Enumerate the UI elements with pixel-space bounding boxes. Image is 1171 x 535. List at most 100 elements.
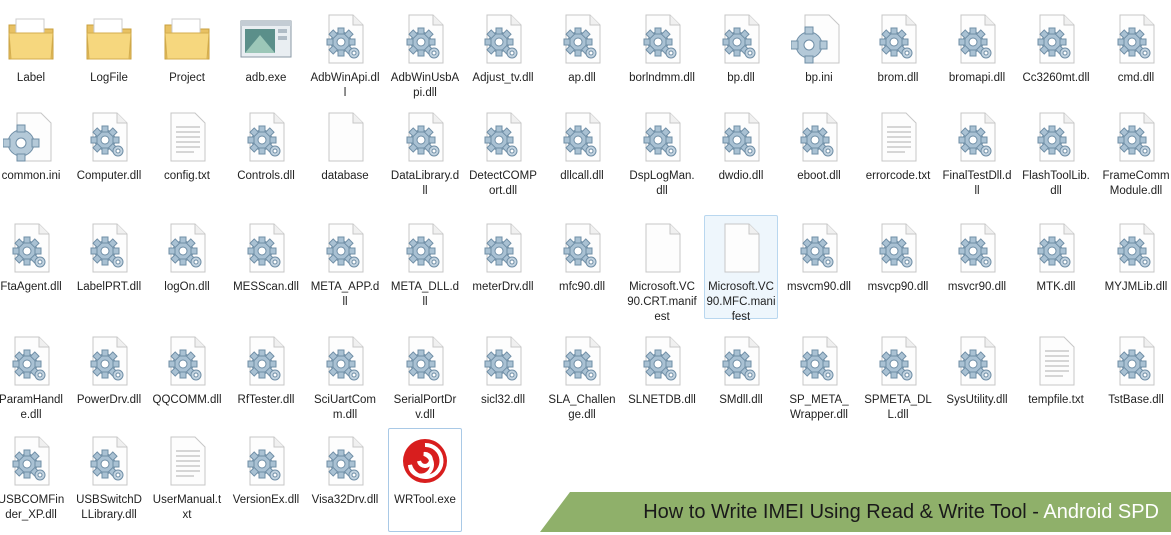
file-item[interactable]: mfc90.dll [545, 215, 619, 319]
file-item[interactable]: FtaAgent.dll [0, 215, 68, 319]
file-item[interactable]: eboot.dll [782, 104, 856, 208]
file-name-label: Microsoft.VC90.CRT.manifest [627, 281, 697, 323]
file-item[interactable]: SP_META_Wrapper.dll [782, 328, 856, 432]
file-item[interactable]: errorcode.txt [861, 104, 935, 208]
file-item[interactable]: bromapi.dll [940, 6, 1014, 110]
file-name-label: MESScan.dll [233, 281, 299, 293]
file-item[interactable]: MYJMLib.dll [1099, 215, 1171, 319]
file-item[interactable]: Controls.dll [229, 104, 303, 208]
file-item[interactable]: META_APP.dll [308, 215, 382, 319]
wrtool-swirl-icon [397, 433, 453, 489]
file-item[interactable]: meterDrv.dll [466, 215, 540, 319]
file-name-label: logOn.dll [164, 281, 210, 293]
file-item[interactable]: USBCOMFinder_XP.dll [0, 428, 68, 532]
file-item[interactable]: USBSwitchDLLibrary.dll [72, 428, 146, 532]
file-name-label: SMdll.dll [719, 394, 763, 406]
file-item[interactable]: SerialPortDrv.dll [388, 328, 462, 432]
file-item[interactable]: sicl32.dll [466, 328, 540, 432]
file-item[interactable]: Cc3260mt.dll [1019, 6, 1093, 110]
file-name-label: common.ini [1, 170, 61, 182]
file-item[interactable]: dwdio.dll [704, 104, 778, 208]
file-name-label: bp.dll [727, 72, 755, 84]
file-item[interactable]: Computer.dll [72, 104, 146, 208]
file-item[interactable]: SysUtility.dll [940, 328, 1014, 432]
file-item[interactable]: DataLibrary.dll [388, 104, 462, 208]
file-item[interactable]: SLA_Challenge.dll [545, 328, 619, 432]
file-item[interactable]: bp.ini [782, 6, 856, 110]
dll-gear-icon [634, 109, 690, 165]
file-name-label: SLA_Challenge.dll [548, 394, 616, 421]
file-item[interactable]: cmd.dll [1099, 6, 1171, 110]
file-item[interactable]: WRTool.exe [388, 428, 462, 532]
file-item[interactable]: MTK.dll [1019, 215, 1093, 319]
file-name-label: msvcm90.dll [787, 281, 851, 293]
file-item[interactable]: dllcall.dll [545, 104, 619, 208]
dll-gear-icon [1108, 109, 1164, 165]
dll-gear-icon [397, 220, 453, 276]
file-item[interactable]: FrameCommModule.dll [1099, 104, 1171, 208]
file-item[interactable]: database [308, 104, 382, 208]
file-item[interactable]: QQCOMM.dll [150, 328, 224, 432]
file-item[interactable]: SciUartComm.dll [308, 328, 382, 432]
text-file-icon [159, 433, 215, 489]
dll-gear-icon [397, 333, 453, 389]
file-item[interactable]: ParamHandle.dll [0, 328, 68, 432]
file-item[interactable]: LogFile [72, 6, 146, 110]
dll-gear-icon [317, 333, 373, 389]
file-item[interactable]: msvcm90.dll [782, 215, 856, 319]
file-item[interactable]: brom.dll [861, 6, 935, 110]
dll-gear-icon [3, 433, 59, 489]
file-item[interactable]: FinalTestDll.dll [940, 104, 1014, 208]
file-item[interactable]: DspLogMan.dll [625, 104, 699, 208]
file-item[interactable]: SMdll.dll [704, 328, 778, 432]
file-item[interactable]: adb.exe [229, 6, 303, 110]
file-item[interactable]: Microsoft.VC90.MFC.manifest [704, 215, 778, 323]
dll-gear-icon [475, 11, 531, 67]
file-name-label: USBCOMFinder_XP.dll [0, 494, 65, 521]
dll-gear-icon [554, 109, 610, 165]
file-item[interactable]: borlndmm.dll [625, 6, 699, 110]
dll-gear-icon [1028, 109, 1084, 165]
file-name-label: WRTool.exe [394, 494, 456, 506]
file-item[interactable]: LabelPRT.dll [72, 215, 146, 319]
file-item[interactable]: TstBase.dll [1099, 328, 1171, 432]
file-item[interactable]: ap.dll [545, 6, 619, 110]
dll-gear-icon [791, 109, 847, 165]
file-item[interactable]: msvcp90.dll [861, 215, 935, 319]
blank-file-icon [713, 220, 769, 276]
file-name-label: dllcall.dll [560, 170, 604, 182]
file-item[interactable]: bp.dll [704, 6, 778, 110]
file-item[interactable]: AdbWinApi.dll [308, 6, 382, 110]
file-item[interactable]: Label [0, 6, 68, 110]
file-item[interactable]: Microsoft.VC90.CRT.manifest [625, 215, 699, 323]
file-item[interactable]: Adjust_tv.dll [466, 6, 540, 110]
folder-icon [3, 11, 59, 67]
file-item[interactable]: RfTester.dll [229, 328, 303, 432]
dll-gear-icon [791, 333, 847, 389]
file-item[interactable]: msvcr90.dll [940, 215, 1014, 319]
file-item[interactable]: common.ini [0, 104, 68, 208]
dll-gear-icon [317, 220, 373, 276]
file-item[interactable]: Visa32Drv.dll [308, 428, 382, 532]
file-item[interactable]: PowerDrv.dll [72, 328, 146, 432]
file-item[interactable]: Project [150, 6, 224, 110]
file-item[interactable]: logOn.dll [150, 215, 224, 319]
file-item[interactable]: VersionEx.dll [229, 428, 303, 532]
file-item[interactable]: tempfile.txt [1019, 328, 1093, 432]
file-item[interactable]: SPMETA_DLL.dll [861, 328, 935, 432]
file-name-label: FrameCommModule.dll [1102, 170, 1170, 197]
dll-gear-icon [870, 11, 926, 67]
file-item[interactable]: MESScan.dll [229, 215, 303, 319]
dll-gear-icon [397, 109, 453, 165]
dll-gear-icon [634, 333, 690, 389]
file-item[interactable]: DetectCOMPort.dll [466, 104, 540, 208]
file-item[interactable]: UserManual.txt [150, 428, 224, 532]
banner-title: How to Write IMEI Using Read & Write Too… [643, 500, 1159, 524]
dll-gear-icon [949, 11, 1005, 67]
file-item[interactable]: AdbWinUsbApi.dll [388, 6, 462, 110]
file-item[interactable]: config.txt [150, 104, 224, 208]
file-item[interactable]: SLNETDB.dll [625, 328, 699, 432]
file-name-label: Project [169, 72, 205, 84]
file-item[interactable]: META_DLL.dll [388, 215, 462, 319]
file-item[interactable]: FlashToolLib.dll [1019, 104, 1093, 208]
